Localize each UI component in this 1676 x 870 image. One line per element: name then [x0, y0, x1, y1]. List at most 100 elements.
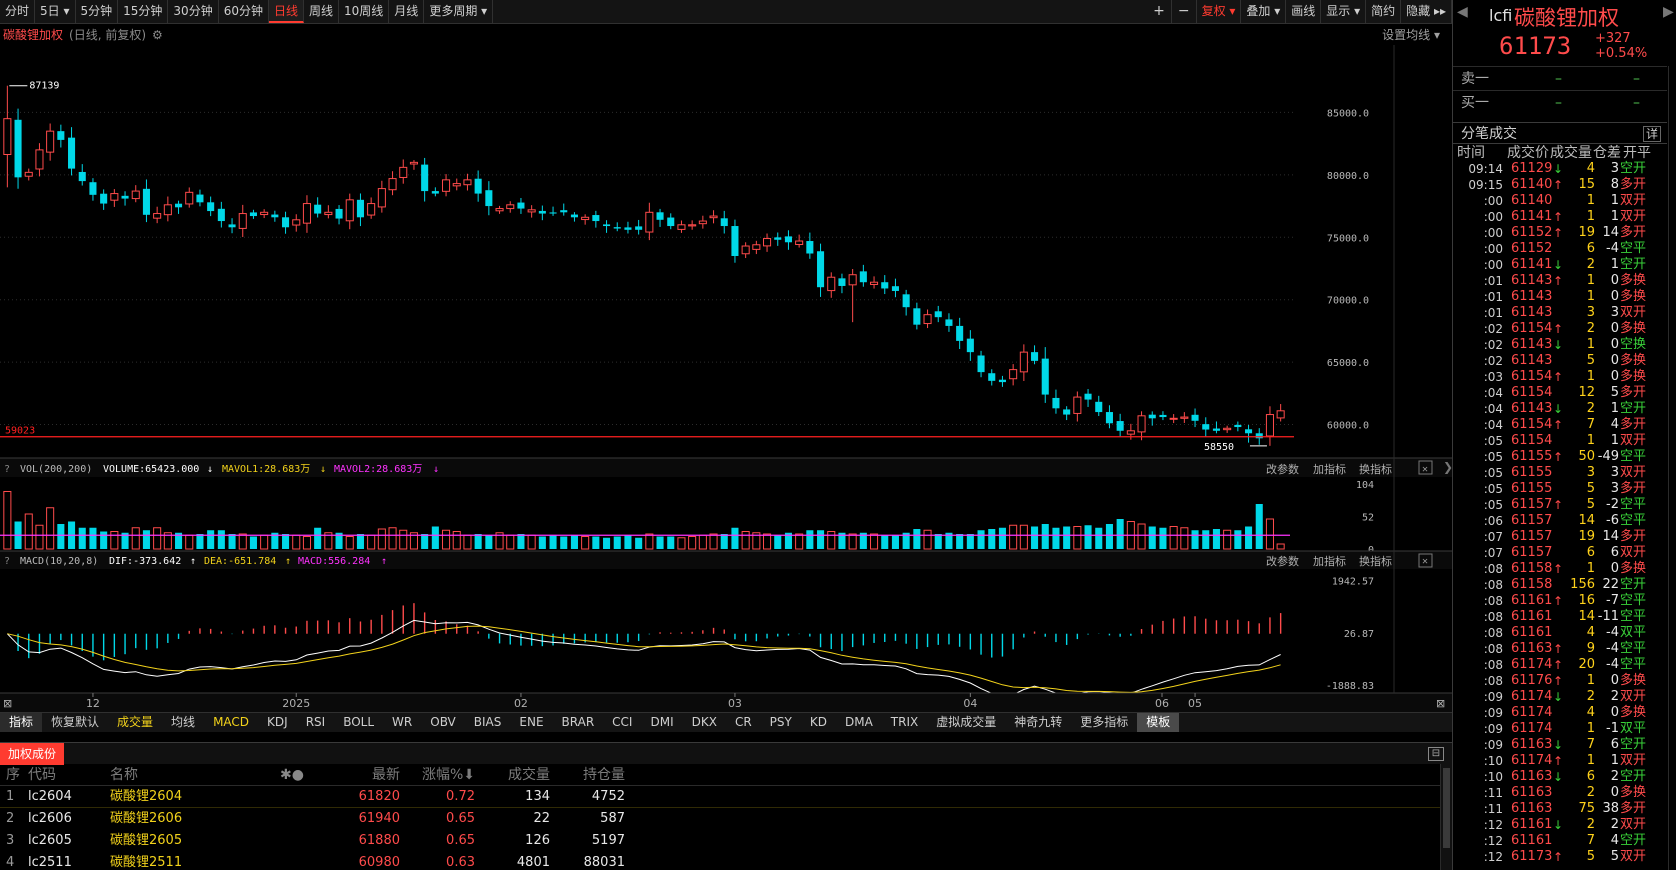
volume-bar: [827, 531, 836, 550]
next-instrument-icon[interactable]: ▶: [1663, 4, 1674, 20]
tick-v: 2: [1586, 689, 1595, 704]
macd-add-indicator-button[interactable]: 加指标: [1313, 554, 1346, 568]
indicator-tab-21[interactable]: 虚拟成交量: [927, 713, 1005, 732]
volume-bar: [1041, 524, 1049, 549]
candle-body: [314, 204, 322, 214]
right-button-0[interactable]: +: [1147, 0, 1172, 23]
tick-o: 5: [1610, 849, 1619, 864]
column-header[interactable]: 持仓量: [550, 764, 625, 785]
column-header[interactable]: 成交量: [475, 764, 550, 785]
indicator-tab-10[interactable]: BIAS: [465, 713, 511, 732]
indicator-tab-13[interactable]: CCI: [603, 713, 641, 732]
price-tick-label: 75000.0: [1327, 233, 1369, 244]
volume-bar: [1084, 525, 1092, 549]
indicator-tab-9[interactable]: OBV: [421, 713, 465, 732]
table-row[interactable]: 4 lc2511 碳酸锂2511 60980 0.63 4801 88031: [0, 852, 1452, 870]
dea-line: [7, 625, 1281, 693]
table-row[interactable]: 3 lc2605 碳酸锂2605 61880 0.65 126 5197: [0, 830, 1452, 852]
indicator-tab-17[interactable]: PSY: [761, 713, 801, 732]
right-button-4[interactable]: 画线: [1286, 0, 1322, 23]
indicator-tab-6[interactable]: RSI: [297, 713, 335, 732]
indicator-tab-22[interactable]: 神奇九转: [1005, 713, 1071, 732]
scroll-right-icon[interactable]: ⊠: [1436, 697, 1445, 710]
left-button-9[interactable]: 月线: [389, 0, 425, 23]
indicator-tab-20[interactable]: TRIX: [882, 713, 927, 732]
candle-body: [988, 373, 996, 381]
kline-chart[interactable]: 87139 58550 59023 85000.0 80000.0 75000.0 700…: [0, 45, 1452, 712]
left-button-0[interactable]: 分时: [0, 0, 36, 23]
left-button-6[interactable]: 日线: [268, 0, 304, 23]
macd-change-params-button[interactable]: 改参数: [1266, 554, 1299, 568]
tick-o: 0: [1610, 673, 1619, 688]
table-row[interactable]: 2 lc2606 碳酸锂2606 61940 0.65 22 587: [0, 808, 1452, 830]
indicator-tab-11[interactable]: ENE: [510, 713, 552, 732]
left-button-1[interactable]: 5日 ▾: [35, 0, 76, 23]
vol-change-params-button[interactable]: 改参数: [1266, 462, 1299, 476]
right-button-6[interactable]: 简约: [1366, 0, 1402, 23]
indicator-tab-19[interactable]: DMA: [836, 713, 882, 732]
right-button-2[interactable]: 复权 ▾: [1197, 0, 1242, 23]
indicator-tab-3[interactable]: 均线: [162, 713, 204, 732]
left-button-2[interactable]: 5分钟: [76, 0, 119, 23]
indicator-tab-7[interactable]: BOLL: [334, 713, 383, 732]
left-button-5[interactable]: 60分钟: [219, 0, 269, 23]
left-button-3[interactable]: 15分钟: [118, 0, 169, 23]
tick-p: 61154: [1511, 385, 1553, 400]
gear-icon[interactable]: ⚙: [152, 25, 163, 45]
candle-body: [1212, 428, 1220, 431]
collapse-panel-icon[interactable]: ⊟: [1428, 746, 1444, 761]
column-header[interactable]: 最新: [338, 764, 400, 785]
column-header[interactable]: 名称: [110, 764, 280, 785]
indicator-tab-8[interactable]: WR: [383, 713, 421, 732]
indicator-tab-1[interactable]: 恢复默认: [42, 713, 108, 732]
left-button-4[interactable]: 30分钟: [168, 0, 219, 23]
candle-body: [68, 137, 76, 169]
indicator-tab-18[interactable]: KD: [801, 713, 836, 732]
indicator-tab-24[interactable]: 模板: [1137, 713, 1180, 732]
scrollbar-thumb[interactable]: [1443, 768, 1450, 848]
table-row[interactable]: 1 lc2604 碳酸锂2604 61820 0.72 134 4752: [0, 786, 1452, 808]
indicator-tab-2[interactable]: 成交量: [108, 713, 162, 732]
right-button-5[interactable]: 显示 ▾: [1321, 0, 1367, 23]
candle-body: [377, 188, 386, 208]
prev-instrument-icon[interactable]: ◀: [1457, 4, 1468, 20]
sell1-row: 卖一 – –: [1453, 66, 1667, 90]
column-header[interactable]: 代码: [28, 764, 110, 785]
macd-swap-indicator-button[interactable]: 换指标: [1359, 554, 1392, 568]
vol-add-indicator-button[interactable]: 加指标: [1313, 462, 1346, 476]
indicator-tab-12[interactable]: BRAR: [553, 713, 604, 732]
left-button-10[interactable]: 更多周期 ▾: [424, 0, 494, 23]
vol-swap-indicator-button[interactable]: 换指标: [1359, 462, 1392, 476]
right-button-7[interactable]: 隐藏 ▸▸: [1401, 0, 1452, 23]
indicator-tab-0[interactable]: 指标: [0, 713, 43, 732]
left-button-8[interactable]: 10周线: [339, 0, 390, 23]
candle-body: [870, 281, 879, 285]
tick-k: 多换: [1620, 369, 1647, 384]
panel-resize-handle[interactable]: ❯: [1443, 460, 1453, 500]
indicator-tab-14[interactable]: DMI: [641, 713, 682, 732]
right-button-3[interactable]: 叠加 ▾: [1241, 0, 1287, 23]
ticks-detail-button[interactable]: 详: [1643, 126, 1661, 142]
volume-bar: [741, 531, 750, 550]
column-header[interactable]: 涨幅%⬇: [400, 764, 475, 785]
volume-bar: [881, 535, 889, 549]
price-annotations: 87139 58550 59023: [0, 81, 1294, 453]
indicator-tab-16[interactable]: CR: [726, 713, 761, 732]
indicator-tab-23[interactable]: 更多指标: [1071, 713, 1137, 732]
indicator-tab-15[interactable]: DKX: [683, 713, 726, 732]
indicator-tab-4[interactable]: MACD: [204, 713, 258, 732]
candle-body: [1063, 409, 1071, 415]
column-header[interactable]: 序: [0, 764, 28, 785]
tick-row: :08 61161 14 -11 空平: [1453, 609, 1667, 625]
table-cell: 587: [600, 811, 625, 826]
table-scrollbar[interactable]: [1440, 764, 1452, 870]
scroll-left-icon[interactable]: ⊠: [3, 697, 12, 710]
macd-help-icon[interactable]: ?: [4, 556, 10, 567]
column-header[interactable]: ✱●: [280, 764, 338, 785]
help-icon[interactable]: ?: [4, 464, 10, 475]
indicator-tab-5[interactable]: KDJ: [258, 713, 297, 732]
tab-weighted-components[interactable]: 加权成份: [0, 742, 65, 765]
ma-settings-button[interactable]: 设置均线 ▾: [1382, 25, 1440, 45]
right-button-1[interactable]: −: [1172, 0, 1197, 23]
left-button-7[interactable]: 周线: [304, 0, 340, 23]
